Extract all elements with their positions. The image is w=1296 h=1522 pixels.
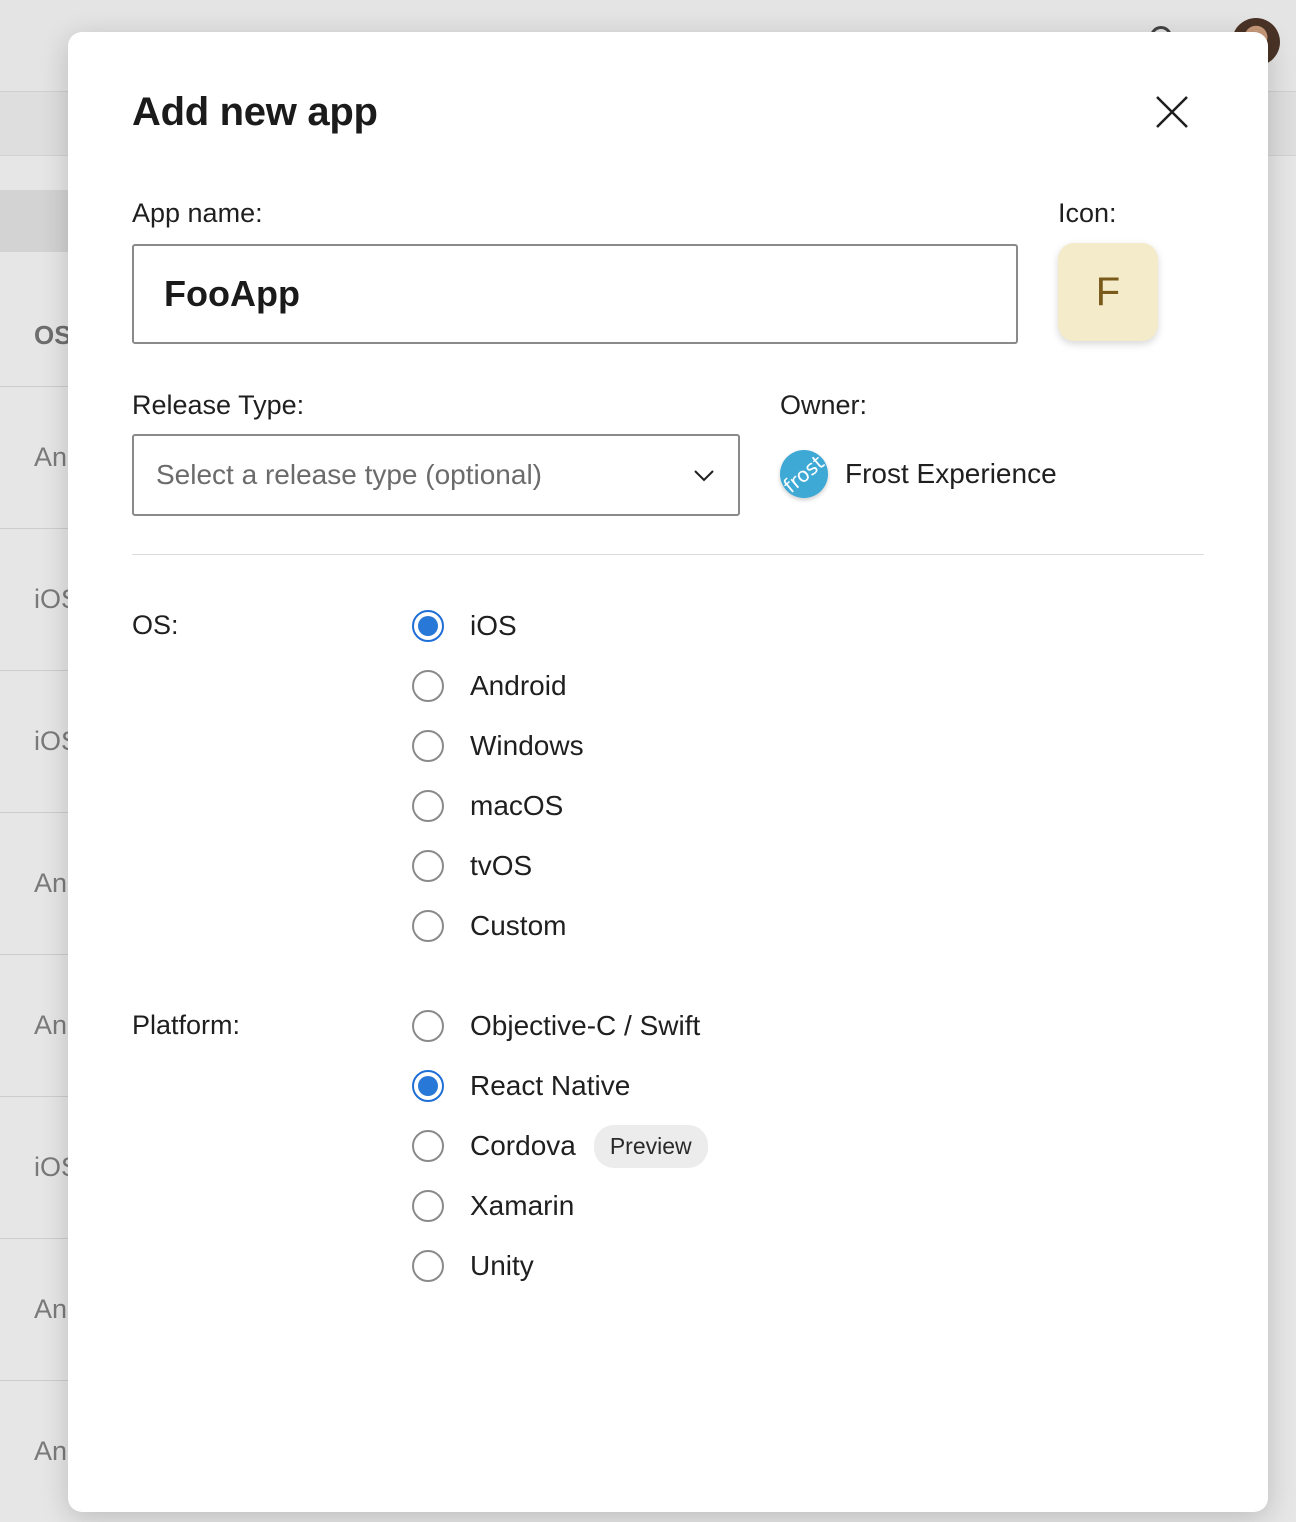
- os-option-label: macOS: [470, 790, 564, 821]
- platform-option-xamarin[interactable]: Xamarin: [412, 1176, 708, 1236]
- platform-option-unity[interactable]: Unity: [412, 1236, 708, 1296]
- radio-button-checked[interactable]: [412, 610, 444, 642]
- radio-button[interactable]: [412, 790, 444, 822]
- release-type-label: Release Type:: [132, 390, 305, 420]
- os-option-label: tvOS: [470, 850, 533, 881]
- owner: frost Frost Experience: [780, 450, 1057, 498]
- os-radio-group: iOS Android Windows macOS tvOS Custom: [412, 596, 584, 956]
- platform-radio-group: Objective-C / Swift React Native Cordova…: [412, 996, 708, 1296]
- platform-option-label: Objective-C / Swift: [470, 1010, 701, 1041]
- owner-name: Frost Experience: [845, 458, 1057, 489]
- add-app-dialog: Add new app App name: Icon: F Release Ty…: [68, 32, 1268, 1512]
- radio-button[interactable]: [412, 1250, 444, 1282]
- os-option-android[interactable]: Android: [412, 656, 584, 716]
- owner-logo: frost: [780, 450, 828, 498]
- platform-option-react-native[interactable]: React Native: [412, 1056, 708, 1116]
- radio-button[interactable]: [412, 910, 444, 942]
- os-option-label: Custom: [470, 910, 567, 941]
- os-option-label: iOS: [470, 610, 517, 641]
- chevron-down-icon: [694, 470, 714, 482]
- radio-button[interactable]: [412, 730, 444, 762]
- radio-button[interactable]: [412, 1190, 444, 1222]
- release-type-placeholder: Select a release type (optional): [156, 459, 542, 490]
- owner-label: Owner:: [780, 390, 868, 420]
- platform-option-cordova[interactable]: Cordova Preview: [412, 1116, 708, 1176]
- os-option-tvos[interactable]: tvOS: [412, 836, 584, 896]
- preview-badge: Preview: [593, 1124, 708, 1168]
- os-option-windows[interactable]: Windows: [412, 716, 584, 776]
- platform-option-label: Unity: [470, 1250, 534, 1281]
- icon-label: Icon:: [1058, 198, 1117, 228]
- app-name-input[interactable]: [132, 244, 1018, 344]
- radio-button[interactable]: [412, 670, 444, 702]
- platform-option-label: Cordova: [470, 1130, 576, 1161]
- radio-button-checked[interactable]: [412, 1070, 444, 1102]
- app-name-label: App name:: [132, 198, 263, 228]
- radio-button[interactable]: [412, 1010, 444, 1042]
- radio-button[interactable]: [412, 850, 444, 882]
- radio-button[interactable]: [412, 1130, 444, 1162]
- os-option-custom[interactable]: Custom: [412, 896, 584, 956]
- platform-label: Platform:: [132, 1010, 241, 1040]
- os-option-label: Windows: [470, 730, 584, 761]
- dialog-title: Add new app: [132, 90, 378, 134]
- background-column-header: OS: [34, 320, 72, 350]
- os-option-ios[interactable]: iOS: [412, 596, 584, 656]
- release-type-select[interactable]: Select a release type (optional): [132, 434, 740, 516]
- divider: [132, 554, 1204, 555]
- app-icon-picker[interactable]: F: [1058, 243, 1158, 341]
- platform-option-label: React Native: [470, 1070, 631, 1101]
- platform-option-label: Xamarin: [470, 1190, 575, 1221]
- os-label: OS:: [132, 610, 179, 640]
- close-icon: [1156, 96, 1188, 128]
- platform-option-objc-swift[interactable]: Objective-C / Swift: [412, 996, 708, 1056]
- os-option-label: Android: [470, 670, 567, 701]
- os-option-macos[interactable]: macOS: [412, 776, 584, 836]
- close-button[interactable]: [1152, 92, 1192, 132]
